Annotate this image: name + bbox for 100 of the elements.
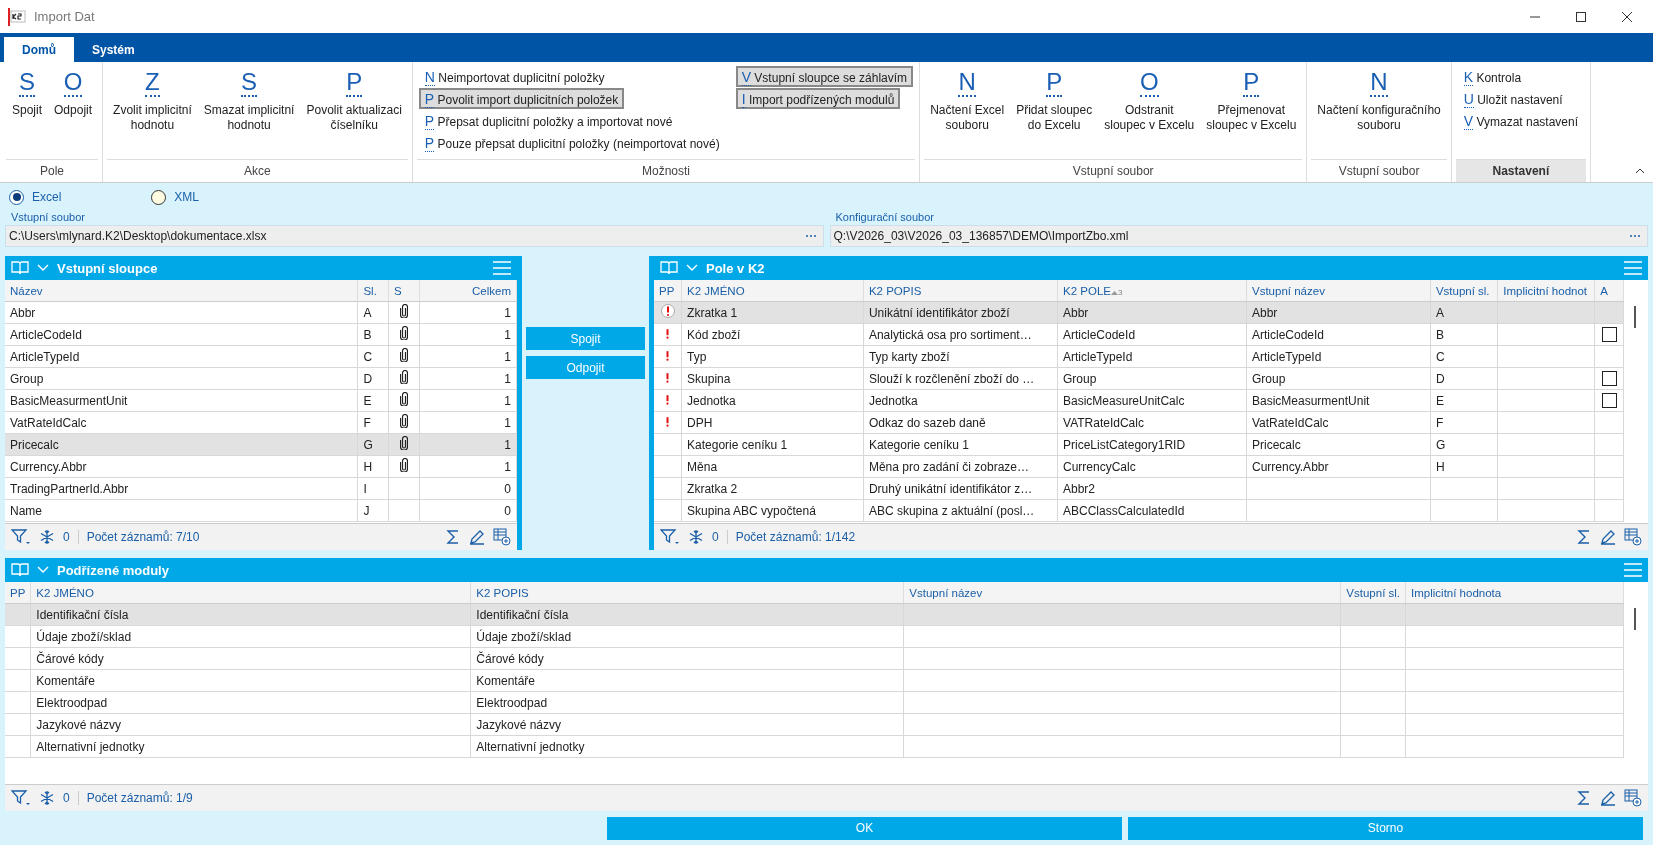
table-cell: Abbr bbox=[5, 301, 358, 324]
ribbon-button[interactable]: P Přejmenovat sloupec v Excelu bbox=[1200, 62, 1303, 159]
column-header[interactable]: Implicitní hodnot bbox=[1497, 280, 1595, 302]
table-add-icon[interactable] bbox=[1624, 789, 1642, 807]
table-cell: BasicMeasurmentUnit bbox=[1246, 389, 1431, 412]
table-cell: H bbox=[357, 455, 389, 478]
column-header[interactable]: Sl. bbox=[357, 280, 389, 302]
config-file-field[interactable]: Q:\V2026_03\V2026_03_136857\DEMO\ImportZbo.xml bbox=[829, 225, 1648, 247]
table-cell: F bbox=[1430, 411, 1498, 434]
ribbon-toggle-button[interactable]: N Neimportovat duplicitní položky bbox=[418, 66, 611, 87]
table-cell: Odkaz do sazeb daně bbox=[863, 411, 1058, 434]
column-header[interactable]: S bbox=[388, 280, 420, 302]
filter-icon[interactable] bbox=[11, 789, 31, 807]
table-cell: E bbox=[357, 389, 389, 412]
ribbon-group-label: Nastavení bbox=[1455, 159, 1587, 182]
pencil-icon[interactable] bbox=[1600, 790, 1616, 806]
table-cell: ArticleCodeId bbox=[5, 323, 358, 346]
ribbon-toggle-button[interactable]: V Vstupní sloupce se záhlavím bbox=[735, 66, 914, 87]
radio-option[interactable]: Excel bbox=[9, 189, 62, 205]
table-cell: VATRateIdCalc bbox=[1057, 411, 1247, 434]
more-options-icon[interactable] bbox=[1629, 234, 1641, 238]
column-header[interactable]: K2 POPIS bbox=[470, 582, 904, 604]
more-options-icon[interactable] bbox=[804, 234, 817, 238]
ribbon-toggle-button[interactable]: P Povolit import duplicitních položek bbox=[418, 88, 625, 109]
column-header[interactable]: Vstupní název bbox=[1246, 280, 1431, 302]
snowflake-icon[interactable] bbox=[688, 529, 704, 545]
ribbon-toggle-button[interactable]: P Přepsat duplicitní položky a importovat nové bbox=[418, 110, 679, 131]
close-icon[interactable] bbox=[1621, 10, 1633, 23]
table-cell: D bbox=[1430, 367, 1498, 390]
ribbon-toggle-button[interactable]: P Pouze přepsat duplicitní položky (neimportovat nové) bbox=[418, 132, 726, 153]
ribbon-group-label: Pole bbox=[6, 159, 99, 182]
ribbon-group-label: Akce bbox=[107, 159, 408, 182]
ribbon-tab[interactable]: Domů bbox=[4, 37, 74, 62]
ribbon-button[interactable]: P Povolit aktualizaci číselníku bbox=[300, 62, 408, 159]
window-title: Import Dat bbox=[34, 9, 95, 24]
record-count: Počet záznamů: 1/9 bbox=[77, 791, 193, 805]
checkbox[interactable] bbox=[1601, 327, 1617, 343]
ribbon-toggle-button[interactable]: I Import podřízených modulů bbox=[735, 88, 901, 109]
table-cell: VatRateIdCalc bbox=[1246, 411, 1431, 434]
sigma-icon[interactable] bbox=[1576, 529, 1592, 545]
table-cell: D bbox=[357, 367, 389, 390]
ribbon-button[interactable]: Z Zvolit implicitní hodnotu bbox=[107, 62, 198, 159]
column-header[interactable]: K2 POLE 3 bbox=[1057, 280, 1247, 302]
table-cell: 1 bbox=[419, 367, 517, 390]
ribbon-button[interactable]: O Odstranit sloupec v Excelu bbox=[1098, 62, 1201, 159]
maximize-icon[interactable] bbox=[1575, 10, 1587, 23]
table-cell: Kategorie ceníku 1 bbox=[863, 433, 1058, 456]
snowflake-icon[interactable] bbox=[39, 790, 55, 806]
column-header[interactable]: K2 JMÉNO bbox=[30, 582, 471, 604]
sigma-icon[interactable] bbox=[445, 529, 461, 545]
table-cell: Elektroodpad bbox=[470, 691, 904, 714]
checkbox[interactable] bbox=[1601, 371, 1617, 387]
column-header[interactable]: A bbox=[1594, 280, 1624, 302]
table-cell: 1 bbox=[419, 411, 517, 434]
ribbon-button[interactable]: N Načtení Excel souboru bbox=[924, 62, 1011, 159]
table-add-icon[interactable] bbox=[1624, 528, 1642, 546]
table-cell: Údaje zboží/sklad bbox=[30, 625, 471, 648]
ribbon-button[interactable]: P Přidat sloupec do Excelu bbox=[1010, 62, 1099, 159]
table-cell: TradingPartnerId.Abbr bbox=[5, 477, 358, 500]
chevron-down-icon[interactable] bbox=[37, 264, 49, 272]
ribbon-button[interactable]: O Odpojit bbox=[48, 62, 99, 159]
column-header[interactable]: Vstupní sl. bbox=[1430, 280, 1498, 302]
table-cell: C bbox=[1430, 345, 1498, 368]
sigma-icon[interactable] bbox=[1576, 790, 1592, 806]
freeze-count: 0 bbox=[63, 530, 70, 544]
table-cell: Name bbox=[5, 499, 358, 522]
column-header[interactable]: PP bbox=[654, 280, 682, 302]
ribbon-tab[interactable]: Systém bbox=[74, 37, 153, 62]
input-file-field[interactable]: C:\Users\mlynard.K2\Desktop\dokumentace.xlsx bbox=[5, 225, 824, 247]
column-header[interactable]: K2 JMÉNO bbox=[681, 280, 864, 302]
table-cell: Jazykové názvy bbox=[470, 713, 904, 736]
checkbox[interactable] bbox=[1601, 393, 1617, 409]
filter-icon[interactable] bbox=[660, 528, 680, 546]
table-cell: Čárové kódy bbox=[470, 647, 904, 670]
table-add-icon[interactable] bbox=[493, 528, 511, 546]
column-header[interactable]: Vstupní název bbox=[903, 582, 1341, 604]
table-cell: Zkratka 2 bbox=[681, 477, 864, 500]
ribbon-toggle-button[interactable]: V Vymazat nastavení bbox=[1457, 110, 1585, 131]
chevron-down-icon[interactable] bbox=[686, 264, 698, 272]
radio-option[interactable]: XML bbox=[151, 189, 200, 205]
filter-icon[interactable] bbox=[11, 528, 31, 546]
column-header[interactable]: Vstupní sl. bbox=[1340, 582, 1406, 604]
pencil-icon[interactable] bbox=[1600, 529, 1616, 545]
ribbon-button[interactable]: S Smazat implicitní hodnotu bbox=[197, 62, 301, 159]
ribbon-button[interactable]: S Spojit bbox=[6, 62, 49, 159]
column-header[interactable]: Implicitní hodnota bbox=[1405, 582, 1624, 604]
chevron-down-icon[interactable] bbox=[37, 566, 49, 574]
ribbon-button[interactable]: N Načtení konfiguračního souboru bbox=[1311, 62, 1447, 159]
table-cell: BasicMeasurmentUnit bbox=[5, 389, 358, 412]
column-header[interactable]: Název bbox=[5, 280, 358, 302]
column-header[interactable]: Celkem bbox=[419, 280, 517, 302]
ribbon-toggle-button[interactable]: K Kontrola bbox=[1457, 66, 1528, 87]
snowflake-icon[interactable] bbox=[39, 529, 55, 545]
pencil-icon[interactable] bbox=[469, 529, 485, 545]
column-header[interactable]: K2 POPIS bbox=[863, 280, 1058, 302]
collapse-caret-icon[interactable] bbox=[1635, 167, 1645, 174]
ribbon-toggle-button[interactable]: U Uložit nastavení bbox=[1457, 88, 1569, 109]
table-cell: Elektroodpad bbox=[30, 691, 471, 714]
column-header[interactable]: PP bbox=[5, 582, 31, 604]
ribbon-group-label: Vstupní soubor bbox=[1311, 159, 1447, 182]
